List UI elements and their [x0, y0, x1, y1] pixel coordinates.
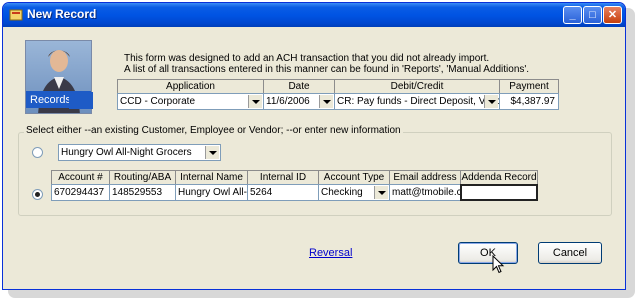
internal-id-field[interactable]: 5264 [247, 184, 319, 201]
app-icon [9, 9, 23, 21]
header-routing: Routing/ABA # [109, 170, 176, 197]
mouse-cursor-icon [492, 255, 505, 274]
account-number-field[interactable]: 670294437 [51, 184, 110, 201]
title-bar[interactable]: New Record _ □ ✕ [3, 3, 625, 27]
internal-name-field[interactable]: Hungry Owl All-N [175, 184, 248, 201]
header-account: Account # [51, 170, 110, 185]
logo-label: Records [30, 94, 71, 106]
existing-entity-dropdown[interactable]: Hungry Owl All-Night Grocers [58, 144, 221, 161]
debit-credit-dropdown[interactable]: CR: Pay funds - Direct Deposit, Venc [334, 93, 500, 110]
routing-number-field[interactable]: 148529553 [109, 184, 176, 201]
account-type-dropdown[interactable]: Checking [318, 184, 390, 201]
debit-credit-value: CR: Pay funds - Direct Deposit, Venc [337, 96, 500, 107]
minimize-button[interactable]: _ [563, 6, 582, 24]
ok-button[interactable]: OK [458, 242, 518, 264]
radio-selected-dot [35, 192, 40, 197]
addenda-record-field[interactable] [460, 184, 538, 201]
email-field[interactable]: matt@tmobile.coi [389, 184, 461, 201]
cancel-button[interactable]: Cancel [538, 242, 602, 264]
header-internal-name: Internal Name [175, 170, 248, 185]
header-email: Email address [389, 170, 461, 185]
selection-group-label: Select either --an existing Customer, Em… [24, 125, 403, 136]
radio-existing[interactable] [32, 147, 43, 158]
window-title: New Record [27, 7, 97, 21]
info-line-1: This form was designed to add an ACH tra… [124, 53, 490, 64]
header-debit-credit: Debit/Credit [334, 79, 500, 94]
chevron-down-icon[interactable] [319, 95, 333, 108]
payment-field[interactable]: $4,387.97 [499, 93, 559, 110]
header-application: Application [117, 79, 264, 94]
logo-accent-bar [69, 92, 93, 109]
account-type-value: Checking [321, 187, 363, 198]
header-date: Date [263, 79, 335, 94]
chevron-down-icon[interactable] [205, 146, 219, 159]
application-value: CCD - Corporate [120, 96, 196, 107]
header-account-type: Account Type [318, 170, 390, 185]
radio-new-info[interactable] [32, 189, 43, 200]
new-record-dialog: New Record _ □ ✕ Records This form was d… [2, 2, 626, 290]
reversal-link[interactable]: Reversal [309, 247, 352, 259]
maximize-button[interactable]: □ [583, 6, 602, 24]
close-button[interactable]: ✕ [603, 6, 622, 24]
chevron-down-icon[interactable] [248, 95, 262, 108]
date-picker[interactable]: 11/6/2006 [263, 93, 335, 110]
header-addenda: Addenda Record [460, 170, 538, 185]
application-dropdown[interactable]: CCD - Corporate [117, 93, 264, 110]
chevron-down-icon[interactable] [374, 186, 388, 199]
header-payment: Payment [499, 79, 559, 94]
chevron-down-icon[interactable] [484, 95, 498, 108]
date-value: 11/6/2006 [266, 96, 310, 107]
header-internal-id: Internal ID [247, 170, 319, 185]
existing-entity-value: Hungry Owl All-Night Grocers [61, 147, 192, 158]
info-line-2: A list of all transactions entered in th… [124, 64, 530, 75]
